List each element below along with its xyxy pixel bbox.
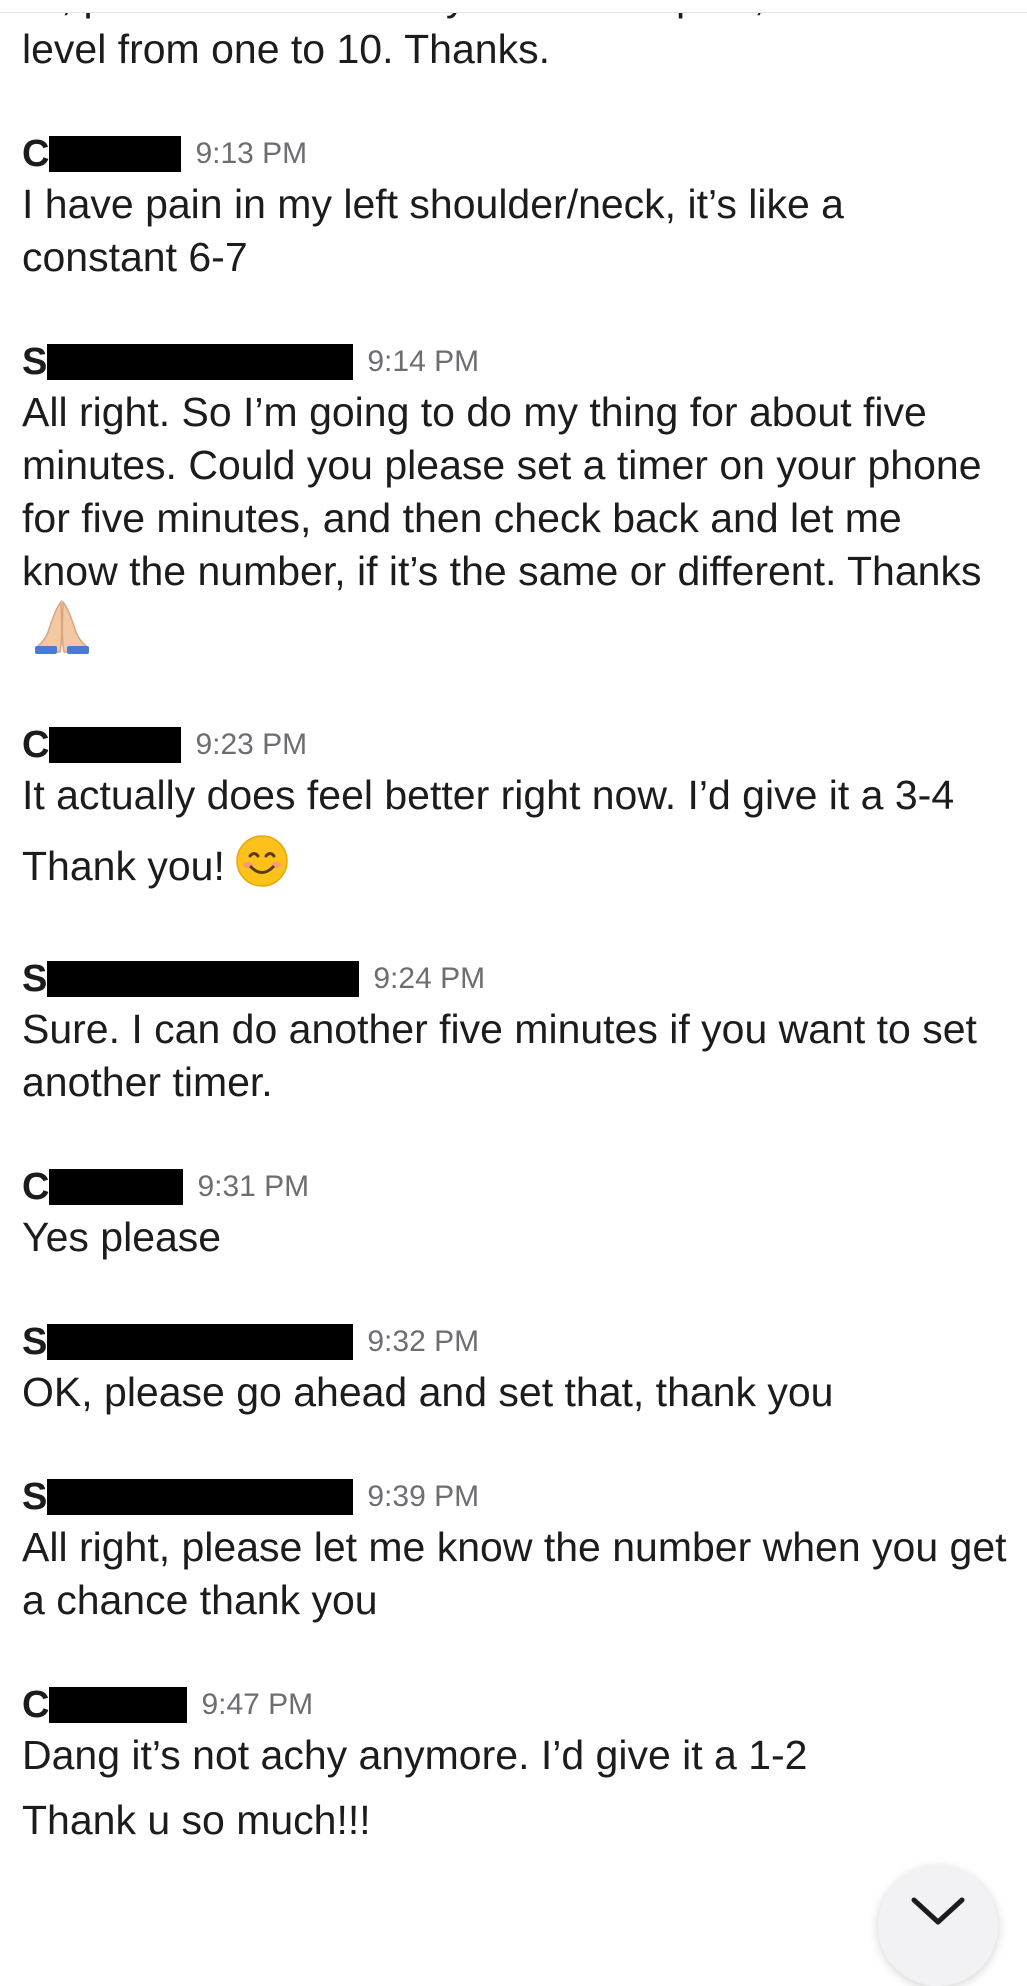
sender-name: S [22, 1476, 48, 1518]
message-text-content: All right. So I’m going to do my thing f… [22, 389, 993, 594]
message-text: Dang it’s not achy anymore. I’d give it … [22, 1732, 808, 1778]
sender-name: C [22, 1166, 50, 1208]
message-timestamp: 9:47 PM [201, 1688, 314, 1721]
sender-name: C [22, 133, 50, 175]
message-group: C 9:13 PM I have pain in my left shoulde… [22, 130, 1007, 284]
sender-name: C [22, 724, 50, 766]
smiling-face-icon [235, 834, 289, 901]
message-timestamp: 9:24 PM [373, 962, 486, 995]
message-text: Thank u so much!!! [22, 1797, 371, 1843]
sender-line: S 9:39 PM [22, 1473, 1007, 1521]
message-group: C 9:31 PM Yes please [22, 1163, 1007, 1264]
message-text: I have pain in my left shoulder/neck, it… [22, 181, 856, 280]
message-timestamp: 9:23 PM [195, 728, 308, 761]
message-text: Sure. I can do another five minutes if y… [22, 1006, 989, 1105]
redacted-name-bar [47, 1479, 354, 1515]
message-timestamp: 9:32 PM [367, 1325, 480, 1358]
message-group: C 9:23 PM It actually does feel better r… [22, 721, 1007, 901]
redacted-name-bar [47, 1324, 354, 1360]
message-text: All right. So I’m going to do my thing f… [22, 386, 1007, 667]
message-timestamp: 9:39 PM [367, 1480, 480, 1513]
message-text: All right, please let me know the number… [22, 1524, 1018, 1623]
message-timestamp: 9:14 PM [367, 345, 480, 378]
redacted-name-bar [47, 961, 360, 997]
message-group: S 9:14 PM All right. So I’m going to do … [22, 338, 1007, 667]
message-group: S 9:39 PM All right, please let me know … [22, 1473, 1007, 1627]
scroll-to-bottom-button[interactable] [878, 1866, 998, 1986]
redacted-name-bar [49, 1687, 188, 1723]
message-group: C 9:47 PM Dang it’s not achy anymore. I’… [22, 1681, 1007, 1847]
message-timestamp: 9:13 PM [195, 137, 308, 170]
redacted-name-bar [49, 1169, 184, 1205]
message-text: OK, please go ahead and set that, thank … [22, 1369, 834, 1415]
message-text: It actually does feel better right now. … [22, 772, 955, 818]
sender-line: C 9:13 PM [22, 130, 1007, 178]
sender-name: S [22, 1321, 48, 1363]
sender-name: C [22, 1684, 50, 1726]
message-timestamp: 9:31 PM [197, 1170, 310, 1203]
sender-line: S 9:24 PM [22, 955, 1007, 1003]
message-text: Thank you! [22, 834, 1007, 901]
sender-line: C 9:31 PM [22, 1163, 1007, 1211]
sender-name: S [22, 958, 48, 1000]
sender-line: S 9:32 PM [22, 1318, 1007, 1366]
redacted-name-bar [49, 136, 182, 172]
sender-line: C 9:47 PM [22, 1681, 1007, 1729]
redacted-name-bar [49, 727, 182, 763]
chevron-down-icon [911, 1897, 965, 1925]
message-group: S 9:24 PM Sure. I can do another five mi… [22, 955, 1007, 1109]
message-text-content: Thank you! [22, 843, 225, 889]
message-text: Yes please [22, 1214, 222, 1260]
sender-name: S [22, 341, 48, 383]
top-bar-divider [0, 0, 1027, 13]
message-group: S 9:32 PM OK, please go ahead and set th… [22, 1318, 1007, 1419]
sender-line: S 9:14 PM [22, 338, 1007, 386]
sender-line: C 9:23 PM [22, 721, 1007, 769]
redacted-name-bar [47, 344, 354, 380]
message-thread[interactable]: Hi, please let me know your area of pain… [22, 0, 1007, 1847]
folded-hands-icon [32, 598, 92, 667]
